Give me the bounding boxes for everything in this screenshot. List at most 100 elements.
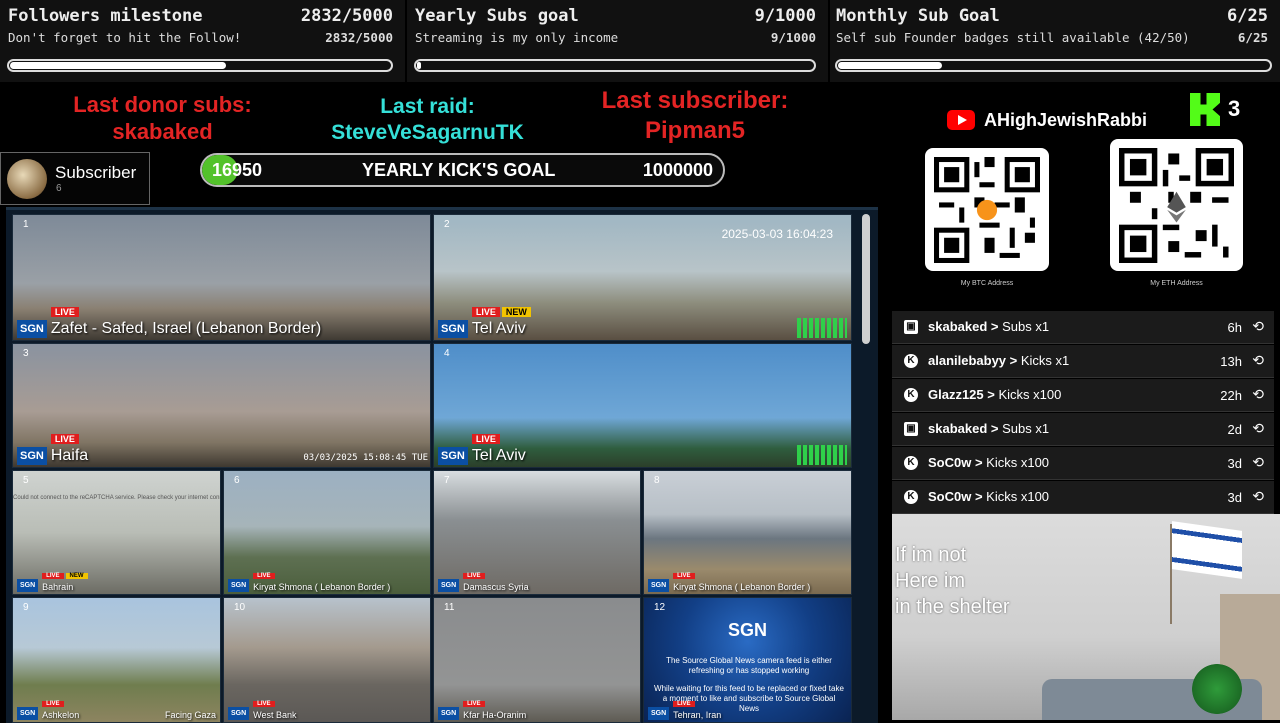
activity-time: 2d <box>1227 422 1242 437</box>
camera-location: Ashkelon <box>42 710 80 720</box>
sgn-globe-logo-icon: SGN <box>728 620 768 640</box>
camera-number: 12 <box>654 602 666 613</box>
last-raid-name: SteveVeSagarnuTK <box>331 121 524 144</box>
channel-name: AHighJewishRabbi <box>984 110 1148 130</box>
activity-user: SoC0w <box>928 455 972 470</box>
eth-qr-caption: My ETH Address <box>1150 280 1203 287</box>
webcam-caption: If im not Here im in the shelter <box>895 542 1010 620</box>
camera-number: 1 <box>23 219 29 230</box>
kick-icon: K <box>904 456 918 470</box>
last-raid-alert: Last raid: SteveVeSagarnuTK <box>305 94 550 146</box>
kick-goal-title: YEARLY KICK'S GOAL <box>362 160 556 180</box>
replay-icon[interactable]: ⟲ <box>1252 420 1264 437</box>
camera-location: Tel Aviv <box>471 320 526 337</box>
sgn-logo-icon: SGN <box>648 707 670 720</box>
camera-tile[interactable]: 10 SGN LIVE West Bank <box>223 597 431 723</box>
camera-number: 5 <box>23 475 29 486</box>
activity-row[interactable]: ▣ skabaked > Subs x1 2d ⟲ <box>892 413 1274 446</box>
goal-subtitle: Streaming is my only income <box>415 30 619 45</box>
sgn-logo-icon: SGN <box>17 320 47 338</box>
subscriber-count: 6 <box>56 183 62 194</box>
live-badge: LIVE <box>50 307 79 317</box>
live-badge: LIVE <box>50 434 79 444</box>
activity-row[interactable]: ▣ skabaked > Subs x1 6h ⟲ <box>892 311 1274 344</box>
last-raid-label: Last raid: <box>380 95 475 118</box>
camera-caption: SGN LIVE NEW Bahrain <box>17 564 88 592</box>
live-badge: LIVE <box>253 701 275 707</box>
camera-tile[interactable]: 8 SGN LIVE Kiryat Shmona ( Lebanon Border… <box>643 470 852 595</box>
live-badge: LIVE <box>253 573 275 579</box>
live-badge: LIVE <box>42 701 64 707</box>
camera-tile[interactable]: 12 SGN The Source Global News camera fee… <box>643 597 852 723</box>
last-donor-name: skabaked <box>112 119 213 144</box>
camera-caption: SGN LIVE Tehran, Iran <box>648 692 721 720</box>
camera-tile[interactable]: 9 SGN LIVE Ashkelon Facing Gaza <box>12 597 221 723</box>
camera-caption: SGN LIVE Damascus Syria <box>438 564 529 592</box>
camera-tile[interactable]: 5 Could not connect to the reCAPTCHA ser… <box>12 470 221 595</box>
audio-meter-icon <box>797 445 847 465</box>
camera-tile[interactable]: 3 03/03/2025 15:08:45 TUE SGN LIVE Haifa <box>12 343 431 468</box>
camera-number: 10 <box>234 602 246 613</box>
activity-row[interactable]: K SoC0w > Kicks x100 3d ⟲ <box>892 481 1274 514</box>
replay-icon[interactable]: ⟲ <box>1252 488 1264 505</box>
last-subscriber-name: Pipman5 <box>644 117 746 144</box>
sgn-logo-icon: SGN <box>438 320 468 338</box>
camera-number: 7 <box>444 475 450 486</box>
activity-row[interactable]: K SoC0w > Kicks x100 3d ⟲ <box>892 447 1274 480</box>
qr-code-icon <box>934 157 1040 263</box>
activity-user: skabaked <box>928 319 988 334</box>
subscriber-count-box: Subscriber 6 <box>0 152 150 205</box>
camera-number: 11 <box>444 602 455 613</box>
goal-progress-fill <box>417 62 421 69</box>
camera-tile[interactable]: 11 SGN LIVE Kfar Ha-Oranim <box>433 597 641 723</box>
replay-icon[interactable]: ⟲ <box>1252 454 1264 471</box>
activity-time: 22h <box>1220 388 1242 403</box>
camera-number: 3 <box>23 348 29 359</box>
camera-caption: SGN LIVE Kiryat Shmona ( Lebanon Border ) <box>648 564 810 592</box>
goal-sub-value: 9/1000 <box>770 30 816 45</box>
sgn-logo-icon: SGN <box>438 447 468 465</box>
camera-caption: SGN LIVE Ashkelon <box>17 692 79 720</box>
camera-caption: SGN LIVE West Bank <box>228 692 297 720</box>
camera-caption: SGN LIVE Zafet - Safed, Israel (Lebanon B… <box>17 302 321 338</box>
activity-user: Glazz125 <box>928 387 984 402</box>
activity-action: Kicks x100 <box>986 489 1050 504</box>
activity-text: skabaked > Subs x1 <box>928 319 1050 334</box>
live-badge: LIVE <box>673 573 695 579</box>
camera-location: Bahrain <box>42 582 74 592</box>
followers-goal-panel: Followers milestone 2832/5000 Don't forg… <box>0 0 405 82</box>
camera-tile[interactable]: 2 2025-03-03 16:04:23 SGN LIVE NEW Tel Avi… <box>433 214 852 341</box>
activity-text: SoC0w > Kicks x100 <box>928 489 1050 504</box>
activity-user: alanilebabyy <box>928 353 1007 368</box>
recaptcha-error: Could not connect to the reCAPTCHA servi… <box>13 495 220 501</box>
activity-row[interactable]: K Glazz125 > Kicks x100 22h ⟲ <box>892 379 1274 412</box>
activity-text: Glazz125 > Kicks x100 <box>928 387 1062 402</box>
avatar <box>7 159 47 199</box>
activity-row[interactable]: K alanilebabyy > Kicks x1 13h ⟲ <box>892 345 1274 378</box>
camera-grid[interactable]: 1 SGN LIVE Zafet - Safed, Israel (Lebanon… <box>6 207 878 723</box>
replay-icon[interactable]: ⟲ <box>1252 318 1264 335</box>
camera-tile[interactable]: 6 SGN LIVE Kiryat Shmona ( Lebanon Border… <box>223 470 431 595</box>
camera-number: 9 <box>23 602 29 613</box>
camera-tile[interactable]: 4 SGN LIVE Tel Aviv <box>433 343 852 468</box>
activity-action: Kicks x100 <box>998 387 1062 402</box>
webcam-caption-line: Here im <box>895 570 966 592</box>
camera-number: 8 <box>654 475 660 486</box>
goal-subtitle: Self sub Founder badges still available … <box>836 30 1190 45</box>
camera-number: 6 <box>234 475 240 486</box>
grid-scrollbar[interactable] <box>862 214 870 344</box>
replay-icon[interactable]: ⟲ <box>1252 386 1264 403</box>
camera-tile[interactable]: 7 SGN LIVE Damascus Syria <box>433 470 641 595</box>
live-badge: LIVE <box>463 701 485 707</box>
feed-offline-message: The Source Global News camera feed is ei… <box>666 656 832 675</box>
camera-timestamp: 2025-03-03 16:04:23 <box>721 227 833 241</box>
camera-tile[interactable]: 1 SGN LIVE Zafet - Safed, Israel (Lebanon… <box>12 214 431 341</box>
live-badge: LIVE <box>42 573 64 579</box>
goal-title-value: 6/25 <box>1227 6 1268 26</box>
goal-title: Followers milestone <box>8 6 203 26</box>
sgn-logo-icon: SGN <box>17 707 39 720</box>
sgn-logo-icon: SGN <box>228 707 250 720</box>
webcam-feed: If im not Here im in the shelter <box>892 514 1280 720</box>
camera-number: 2 <box>444 219 450 230</box>
replay-icon[interactable]: ⟲ <box>1252 352 1264 369</box>
